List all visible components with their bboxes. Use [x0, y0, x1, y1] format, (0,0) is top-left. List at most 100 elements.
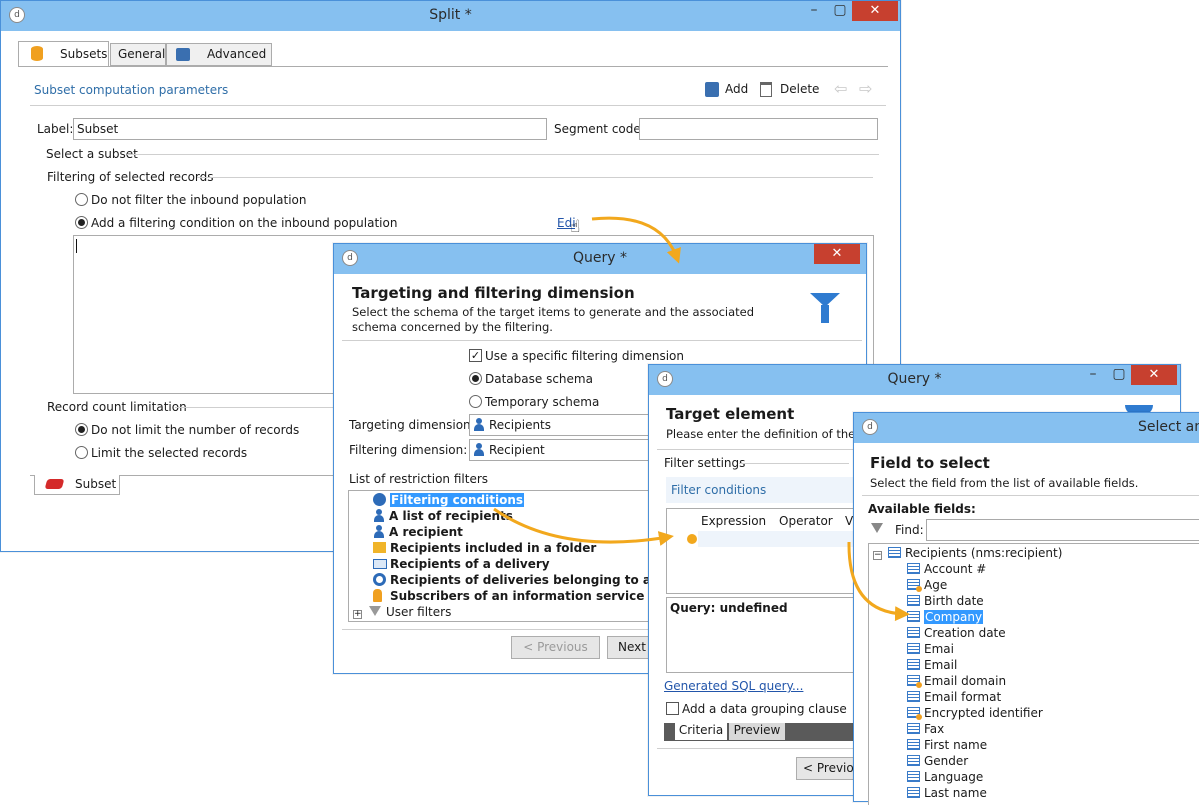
filter-item-label: A recipient — [389, 525, 463, 539]
filter-item-4[interactable]: Recipients of a delivery — [373, 557, 550, 571]
field-item[interactable]: Company — [907, 610, 984, 624]
segment-caption: Segment code: — [554, 122, 645, 136]
close-button[interactable]: ✕ — [852, 1, 898, 21]
funnel-icon — [871, 523, 883, 533]
field-item[interactable]: Email — [907, 658, 957, 672]
filter-item-label: A list of recipients — [389, 509, 513, 523]
tree-root[interactable]: − Recipients (nms:recipient) — [873, 546, 1062, 560]
schema-icon — [888, 547, 901, 558]
select-field-window: d Select an Field to select Select the f… — [853, 412, 1199, 805]
service-icon — [373, 589, 382, 602]
radio-add-filter-label: Add a filtering condition on the inbound… — [91, 216, 398, 230]
field-item[interactable]: Fax — [907, 722, 944, 736]
expand-icon[interactable]: + — [353, 610, 362, 619]
collapse-icon[interactable]: − — [873, 551, 882, 560]
tab-criteria[interactable]: Criteria — [675, 723, 727, 740]
radio-no-filter[interactable] — [75, 193, 88, 206]
filter-item-7[interactable]: + User filters — [353, 605, 451, 619]
condition-dot-icon — [687, 534, 697, 544]
segment-input[interactable] — [639, 118, 878, 140]
field-icon — [907, 627, 920, 638]
grouping-label: Add a data grouping clause — [682, 702, 847, 716]
query2-titlebar[interactable]: d Query * – ▢ ✕ — [649, 365, 1180, 395]
field-item[interactable]: Birth date — [907, 594, 984, 608]
minimize-button[interactable]: – — [800, 1, 828, 21]
maximize-button[interactable]: ▢ — [826, 1, 854, 21]
filter-item-label: Filtering conditions — [390, 493, 525, 507]
select-description: Select the field from the list of availa… — [870, 476, 1139, 490]
field-item[interactable]: Email format — [907, 690, 1001, 704]
radio-no-limit[interactable] — [75, 423, 88, 436]
filter-item-0[interactable]: Filtering conditions — [373, 493, 525, 507]
find-label: Find: — [895, 523, 924, 537]
tab-general-label: General — [118, 47, 166, 61]
record-count-label: Record count limitation — [47, 400, 187, 414]
filtering-value: Recipient — [489, 443, 545, 457]
filter-item-2[interactable]: A recipient — [373, 525, 463, 539]
field-item[interactable]: Creation date — [907, 626, 1006, 640]
filtering-caption: Filtering dimension: — [349, 443, 468, 457]
filter-item-label: Subscribers of an information service — [390, 589, 645, 603]
field-item-label: First name — [924, 738, 988, 752]
radio-limit[interactable] — [75, 446, 88, 459]
field-item-label: Encrypted identifier — [924, 706, 1043, 720]
database-schema-label: Database schema — [485, 372, 593, 386]
filter-item-1[interactable]: A list of recipients — [373, 509, 513, 523]
field-item[interactable]: First name — [907, 738, 987, 752]
find-input[interactable] — [926, 519, 1199, 541]
filter-item-6[interactable]: Subscribers of an information service — [373, 589, 644, 603]
field-tree[interactable]: − Recipients (nms:recipient) Account # Age… — [868, 543, 1199, 805]
field-item[interactable]: Account # — [907, 562, 986, 576]
field-item[interactable]: Encrypted identifier — [907, 706, 1043, 720]
radio-database-schema[interactable] — [469, 372, 482, 385]
envelope-icon — [373, 559, 387, 569]
field-item[interactable]: Language — [907, 770, 983, 784]
field-item[interactable]: Email domain — [907, 674, 1006, 688]
filter-item-3[interactable]: Recipients included in a folder — [373, 541, 596, 555]
radio-add-filter[interactable] — [75, 216, 88, 229]
query1-description: Select the schema of the target items to… — [352, 305, 755, 334]
field-item-label: Account # — [924, 562, 987, 576]
split-titlebar[interactable]: d Split * – ▢ ✕ — [1, 1, 900, 31]
field-item[interactable]: Gender — [907, 754, 968, 768]
filtering-dimension-field[interactable]: Recipient — [469, 439, 654, 461]
available-fields-label: Available fields: — [868, 502, 976, 516]
tab-advanced[interactable]: Advanced — [166, 43, 272, 66]
restriction-filter-list[interactable]: Filtering conditions A list of recipient… — [348, 490, 695, 622]
split-title: Split * — [429, 7, 472, 23]
restriction-caption: List of restriction filters — [349, 472, 489, 486]
previous-button[interactable]: < Previo — [796, 757, 858, 780]
query1-titlebar[interactable]: d Query * ✕ — [334, 244, 866, 274]
condition-grid[interactable]: Expression Operator V — [666, 508, 856, 594]
previous-button[interactable]: < Previous — [511, 636, 600, 659]
tab-general[interactable]: General — [110, 43, 166, 66]
maximize-button[interactable]: ▢ — [1105, 365, 1133, 385]
bottom-tab-label: Subset — [75, 477, 117, 491]
close-button[interactable]: ✕ — [1131, 365, 1177, 385]
field-item[interactable]: Emai — [907, 642, 954, 656]
app-icon: d — [862, 419, 878, 435]
select-heading: Field to select — [870, 454, 990, 472]
arrow-right-icon[interactable]: ⇨ — [859, 79, 872, 98]
use-specific-checkbox[interactable]: ✓ — [469, 349, 482, 362]
grouping-checkbox[interactable] — [666, 702, 679, 715]
targeting-dimension-field[interactable]: Recipients — [469, 414, 654, 436]
radio-temporary-schema[interactable] — [469, 395, 482, 408]
delete-button[interactable]: Delete — [760, 81, 820, 99]
field-item-label: Fax — [924, 722, 945, 736]
subset-icon — [44, 479, 65, 489]
select-titlebar[interactable]: d Select an — [854, 413, 1199, 443]
arrow-left-icon[interactable]: ⇦ — [834, 79, 847, 98]
field-item-label: Gender — [924, 754, 969, 768]
tab-subsets[interactable]: Subsets — [18, 41, 109, 67]
bottom-tab-subset[interactable]: Subset — [34, 475, 120, 495]
tab-preview-label: Preview — [733, 723, 781, 737]
field-item[interactable]: Age — [907, 578, 947, 592]
close-button[interactable]: ✕ — [814, 244, 860, 264]
field-item[interactable]: Last name — [907, 786, 987, 800]
sql-link[interactable]: Generated SQL query... — [664, 679, 803, 693]
minimize-button[interactable]: – — [1079, 365, 1107, 385]
filter-item-label: Recipients of a delivery — [390, 557, 550, 571]
label-input[interactable]: Subset — [73, 118, 547, 140]
tab-preview[interactable]: Preview — [729, 723, 785, 740]
